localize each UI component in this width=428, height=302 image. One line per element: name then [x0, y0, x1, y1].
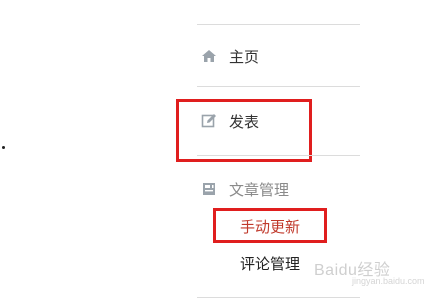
document-icon [200, 180, 218, 198]
divider [197, 24, 360, 25]
nav-articles-label: 文章管理 [229, 180, 290, 199]
home-icon [200, 47, 218, 65]
nav-home-label: 主页 [229, 47, 260, 66]
stray-dot [2, 146, 5, 149]
submenu-comment-management[interactable]: 评论管理 [240, 253, 300, 274]
divider [197, 297, 360, 298]
nav-item-articles[interactable]: 文章管理 [197, 172, 289, 206]
divider [197, 155, 360, 156]
nav-item-home[interactable]: 主页 [197, 39, 259, 73]
watermark-url: jingyan.baidu.com [352, 276, 425, 286]
highlight-box-post [176, 99, 312, 162]
divider [197, 86, 360, 87]
highlight-box-manual-update [213, 208, 327, 243]
